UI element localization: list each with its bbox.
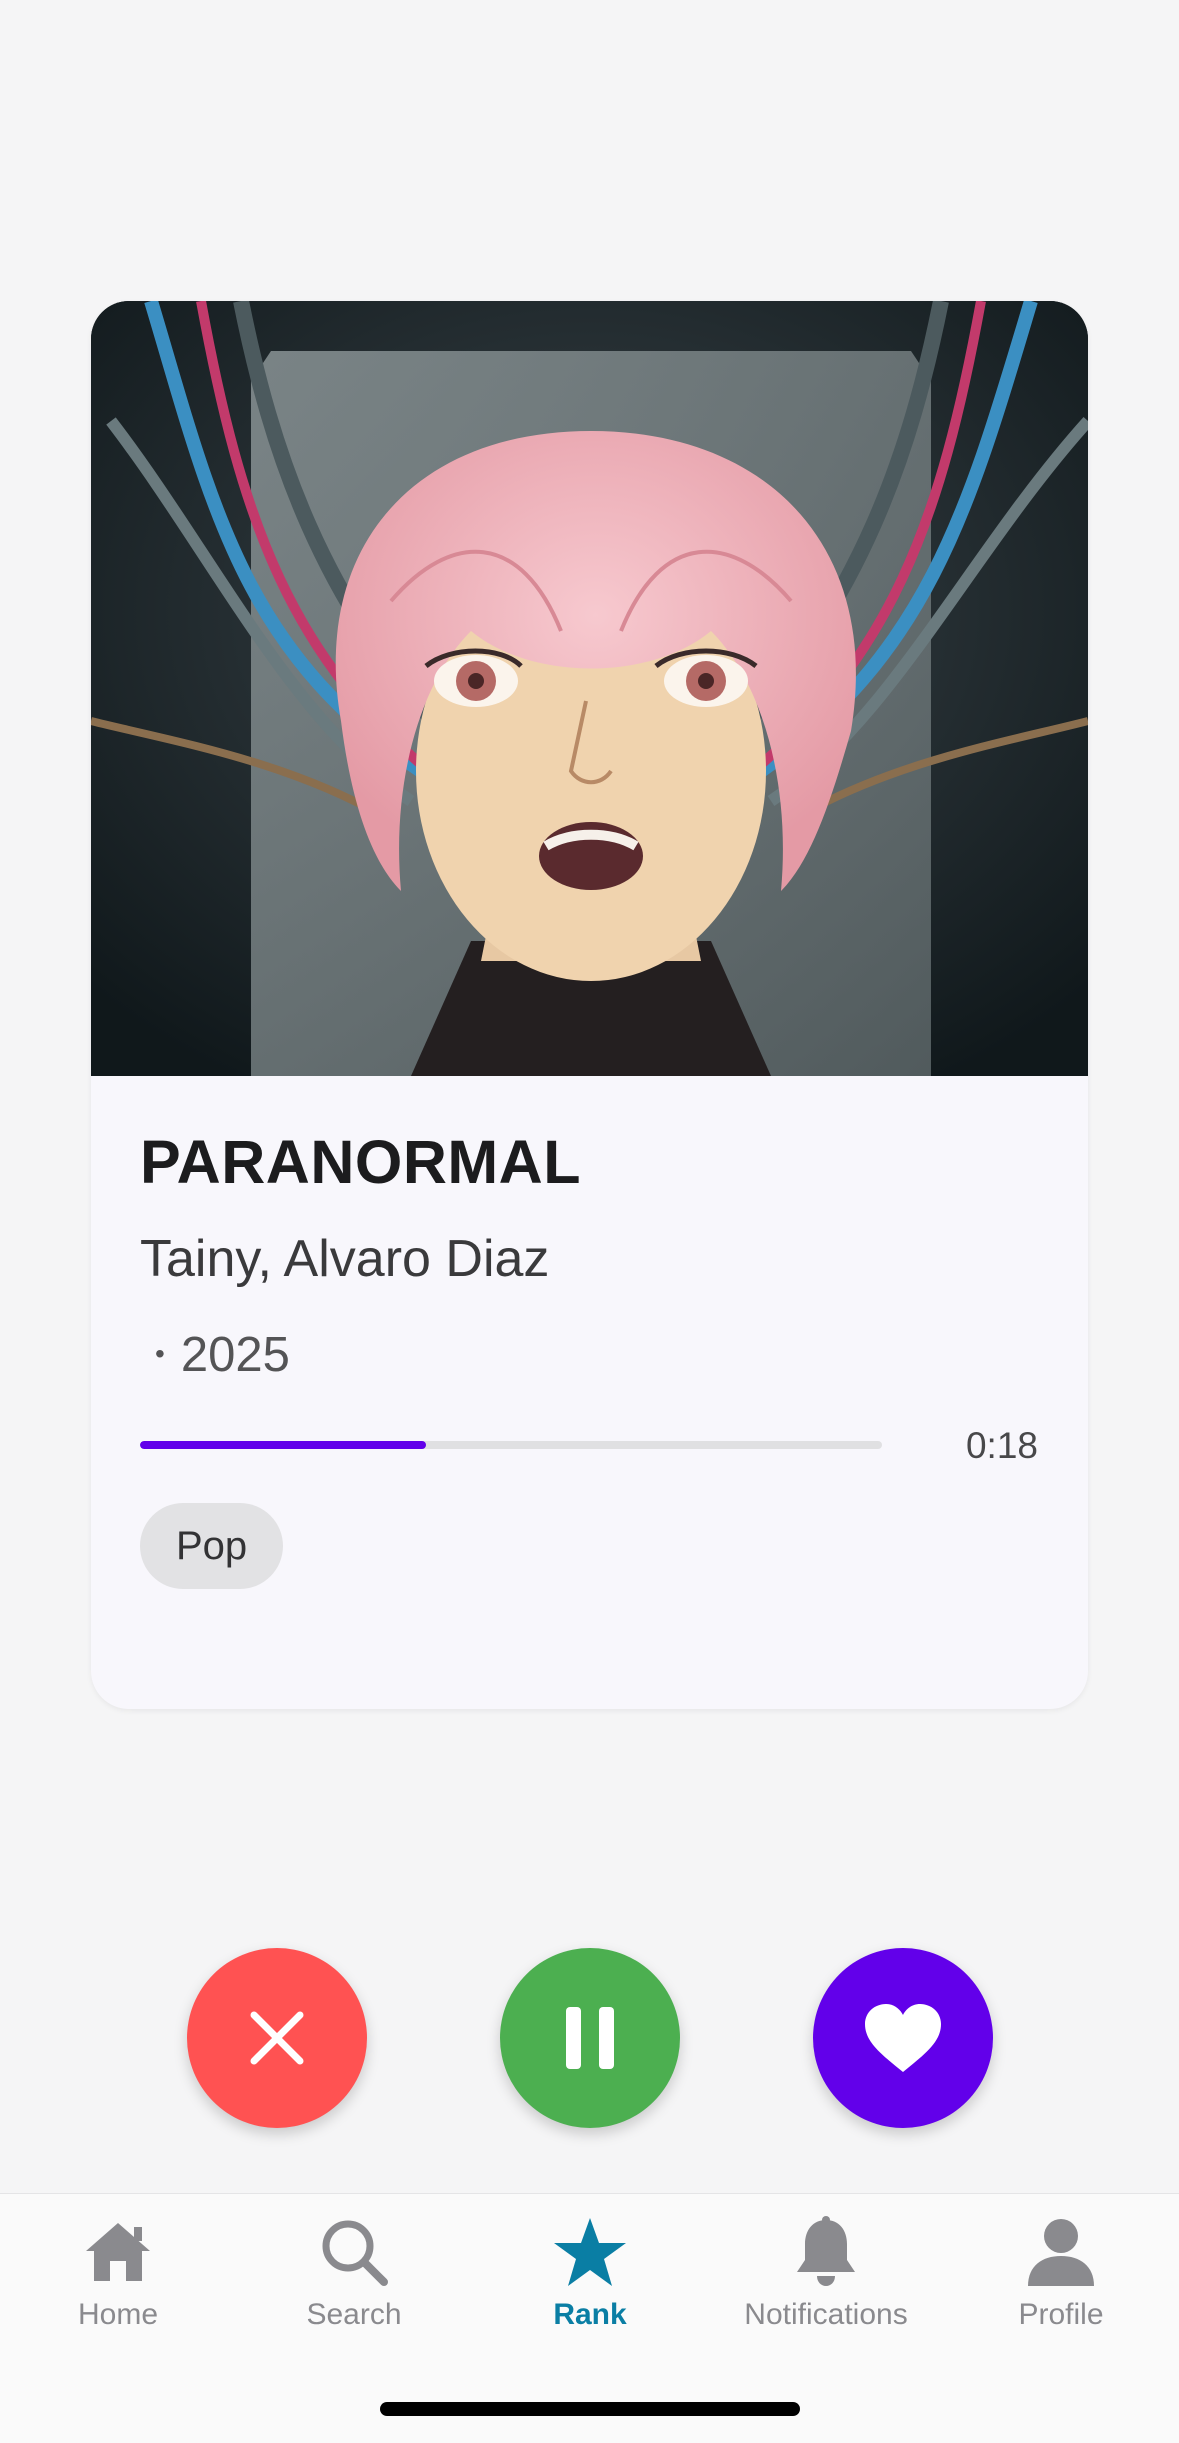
genre-chip: Pop (140, 1503, 284, 1589)
tab-rank[interactable]: Rank (472, 2214, 708, 2354)
tab-rank-label: Rank (553, 2298, 627, 2331)
person-icon (1023, 2214, 1099, 2290)
song-meta: • 2025 (155, 1327, 290, 1383)
pause-icon (566, 2007, 614, 2069)
playback-progress-bar[interactable] (140, 1441, 882, 1449)
song-card[interactable]: PARANORMAL Tainy, Alvaro Diaz • 2025 0:18… (91, 301, 1088, 1709)
song-artists: Tainy, Alvaro Diaz (140, 1230, 550, 1288)
release-year: 2025 (180, 1328, 290, 1382)
star-icon (552, 2214, 628, 2290)
tab-notifications-label: Notifications (744, 2298, 908, 2331)
bell-icon (788, 2214, 864, 2290)
meta-separator: • (155, 1338, 165, 1370)
elapsed-time: 0:18 (965, 1425, 1038, 1466)
tab-search-label: Search (306, 2298, 402, 2331)
tab-home[interactable]: Home (0, 2214, 236, 2354)
rank-screen: PARANORMAL Tainy, Alvaro Diaz • 2025 0:18… (0, 0, 1179, 2443)
album-artwork (91, 301, 1088, 1076)
close-icon (250, 2011, 304, 2065)
home-icon (80, 2214, 156, 2290)
album-cover-image (91, 301, 1088, 1076)
song-title: PARANORMAL (140, 1128, 581, 1196)
heart-icon (865, 2004, 941, 2072)
tab-profile[interactable]: Profile (943, 2214, 1179, 2354)
tab-home-label: Home (77, 2298, 159, 2331)
like-button[interactable] (813, 1948, 993, 2128)
home-indicator (380, 2402, 800, 2416)
search-icon (316, 2214, 392, 2290)
dislike-button[interactable] (187, 1948, 367, 2128)
playback-progress-fill (140, 1441, 426, 1449)
tab-search[interactable]: Search (236, 2214, 472, 2354)
tab-notifications[interactable]: Notifications (708, 2214, 944, 2354)
pause-button[interactable] (500, 1948, 680, 2128)
tab-profile-label: Profile (1018, 2298, 1104, 2331)
